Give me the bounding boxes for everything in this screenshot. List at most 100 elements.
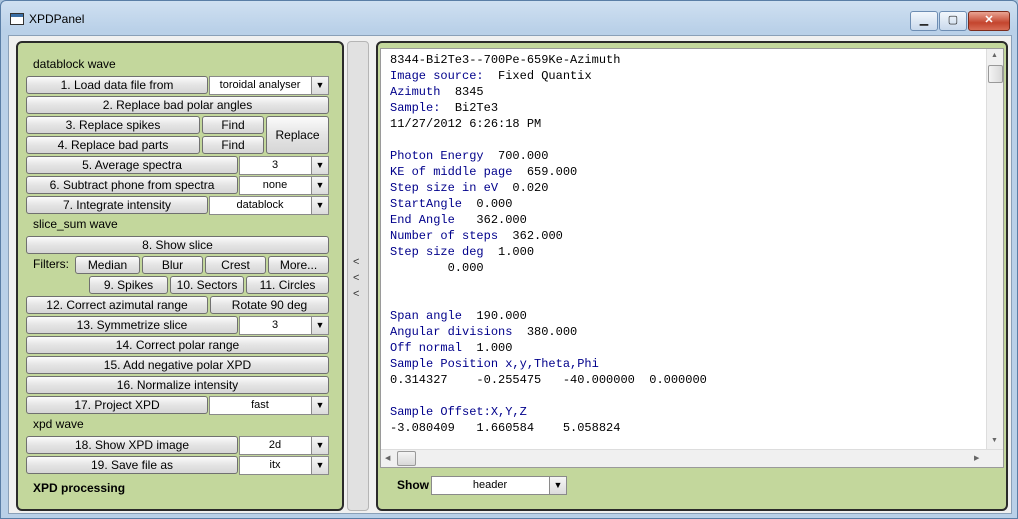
show-mode-value: header [472, 479, 508, 491]
subtract-mode-select[interactable]: none ▼ [239, 176, 329, 195]
integrate-target-select[interactable]: datablock ▼ [209, 196, 329, 215]
chevron-down-icon[interactable]: ▼ [311, 157, 328, 174]
load-source-value: toroidal analyser [219, 79, 301, 91]
chevron-down-icon[interactable]: ▼ [311, 177, 328, 194]
close-button[interactable]: ✕ [968, 11, 1010, 31]
average-spectra-button[interactable]: 5. Average spectra [26, 156, 238, 174]
header-value: 362.000 [454, 213, 527, 227]
project-mode-select[interactable]: fast ▼ [209, 396, 329, 415]
header-key: Sample Position x,y,Theta,Phi [390, 357, 599, 371]
load-data-button[interactable]: 1. Load data file from [26, 76, 208, 94]
header-value: 1.000 [462, 341, 513, 355]
chevron-down-icon[interactable]: ▼ [311, 397, 328, 414]
collapse-arrow-icon[interactable]: < [353, 288, 359, 300]
symmetrize-slice-button[interactable]: 13. Symmetrize slice [26, 316, 238, 334]
horizontal-scroll-thumb[interactable] [397, 451, 416, 466]
scroll-up-icon[interactable]: ▲ [991, 52, 998, 59]
header-text-line: Span angle 190.000 [390, 309, 527, 323]
load-source-select[interactable]: toroidal analyser ▼ [209, 76, 329, 95]
correct-azimutal-button[interactable]: 12. Correct azimutal range [26, 296, 208, 314]
integrate-target-value: datablock [236, 199, 284, 211]
circles-button[interactable]: 11. Circles [246, 276, 329, 294]
integrate-intensity-button[interactable]: 7. Integrate intensity [26, 196, 208, 214]
replace-button[interactable]: Replace [266, 116, 329, 154]
show-slice-button[interactable]: 8. Show slice [26, 236, 329, 254]
symmetrize-fold-select[interactable]: 3 ▼ [239, 316, 329, 335]
header-text-line: Off normal 1.000 [390, 341, 512, 355]
blur-filter-button[interactable]: Blur [142, 256, 203, 274]
find-spikes-button[interactable]: Find [202, 116, 264, 134]
header-value: 700.000 [483, 149, 549, 163]
replace-polar-button[interactable]: 2. Replace bad polar angles [26, 96, 329, 114]
header-key: Azimuth [390, 85, 441, 99]
header-key: Sample Offset:X,Y,Z [390, 405, 527, 419]
project-xpd-button[interactable]: 17. Project XPD [26, 396, 208, 414]
more-filters-button[interactable]: More... [268, 256, 329, 274]
header-text-area[interactable]: 8344-Bi2Te3--700Pe-659Ke-Azimuth Image so… [380, 48, 1004, 468]
show-xpd-image-button[interactable]: 18. Show XPD image [26, 436, 238, 454]
collapse-arrow-icon[interactable]: < [353, 272, 359, 284]
header-text-line: Number of steps 362.000 [390, 229, 563, 243]
crest-filter-button[interactable]: Crest [205, 256, 266, 274]
scroll-left-icon[interactable]: ◀ [385, 454, 390, 462]
vertical-scroll-thumb[interactable] [988, 65, 1003, 83]
chevron-down-icon[interactable]: ▼ [311, 317, 328, 334]
minimize-button[interactable]: ▁ [910, 11, 938, 31]
section-xpd-wave: xpd wave [33, 417, 84, 431]
add-negative-polar-button[interactable]: 15. Add negative polar XPD [26, 356, 329, 374]
header-key: Off normal [390, 341, 463, 355]
client-area: datablock wave 1. Load data file from to… [8, 35, 1012, 514]
average-count-select[interactable]: 3 ▼ [239, 156, 329, 175]
chevron-down-icon[interactable]: ▼ [311, 197, 328, 214]
save-format-select[interactable]: itx ▼ [239, 456, 329, 475]
header-text-line: Angular divisions 380.000 [390, 325, 577, 339]
chevron-down-icon[interactable]: ▼ [311, 77, 328, 94]
collapse-arrow-icon[interactable]: < [353, 256, 359, 268]
header-key: Number of steps [390, 229, 499, 243]
replace-spikes-button[interactable]: 3. Replace spikes [26, 116, 200, 134]
horizontal-scrollbar[interactable]: ◀ ▶ [381, 449, 1003, 467]
save-file-button[interactable]: 19. Save file as [26, 456, 238, 474]
header-value: 1.000 [483, 245, 535, 259]
header-value: 0.314327 -0.255475 -40.000000 0.000000 [390, 373, 707, 387]
correct-polar-button[interactable]: 14. Correct polar range [26, 336, 329, 354]
section-datablock-wave: datablock wave [33, 57, 116, 71]
median-filter-button[interactable]: Median [75, 256, 140, 274]
replace-bad-parts-button[interactable]: 4. Replace bad parts [26, 136, 200, 154]
header-value: 11/27/2012 6:26:18 PM [390, 117, 542, 131]
spikes-button[interactable]: 9. Spikes [89, 276, 168, 294]
header-key: End Angle [390, 213, 455, 227]
xpd-panel-window: XPDPanel ▁ ▢ ✕ datablock wave 1. Load da… [0, 0, 1018, 519]
header-text-line: Step size in eV 0.020 [390, 181, 548, 195]
header-value: 190.000 [462, 309, 527, 323]
subtract-phone-button[interactable]: 6. Subtract phone from spectra [26, 176, 238, 194]
average-count-value: 3 [271, 159, 279, 171]
header-value: 0.000 [390, 261, 484, 275]
symmetrize-fold-value: 3 [271, 319, 279, 331]
header-text-line: 0.314327 -0.255475 -40.000000 0.000000 [390, 373, 707, 387]
panel-splitter[interactable]: < < < [347, 41, 369, 511]
normalize-intensity-button[interactable]: 16. Normalize intensity [26, 376, 329, 394]
chevron-down-icon[interactable]: ▼ [311, 457, 328, 474]
chevron-down-icon[interactable]: ▼ [549, 477, 566, 494]
scroll-down-icon[interactable]: ▼ [991, 437, 998, 444]
show-mode-select[interactable]: header ▼ [431, 476, 567, 495]
maximize-button[interactable]: ▢ [939, 11, 967, 31]
processing-panel: datablock wave 1. Load data file from to… [16, 41, 344, 511]
xpd-image-mode-select[interactable]: 2d ▼ [239, 436, 329, 455]
find-parts-button[interactable]: Find [202, 136, 264, 154]
scroll-right-icon[interactable]: ▶ [974, 454, 979, 462]
save-format-value: itx [269, 459, 281, 471]
header-text-line: StartAngle 0.000 [390, 197, 512, 211]
header-text-line: Sample Offset:X,Y,Z [390, 405, 527, 419]
rotate-90-button[interactable]: Rotate 90 deg [210, 296, 329, 314]
window-title: XPDPanel [29, 12, 85, 26]
chevron-down-icon[interactable]: ▼ [311, 437, 328, 454]
sectors-button[interactable]: 10. Sectors [170, 276, 244, 294]
title-bar[interactable]: XPDPanel ▁ ▢ ✕ [1, 1, 1017, 35]
vertical-scrollbar[interactable]: ▲ ▼ [986, 49, 1003, 449]
header-text-line: -3.080409 1.660584 5.058824 [390, 421, 620, 435]
header-text-line: Sample Position x,y,Theta,Phi [390, 357, 599, 371]
header-text-line: Photon Energy 700.000 [390, 149, 548, 163]
header-text-line: 11/27/2012 6:26:18 PM [390, 117, 541, 131]
